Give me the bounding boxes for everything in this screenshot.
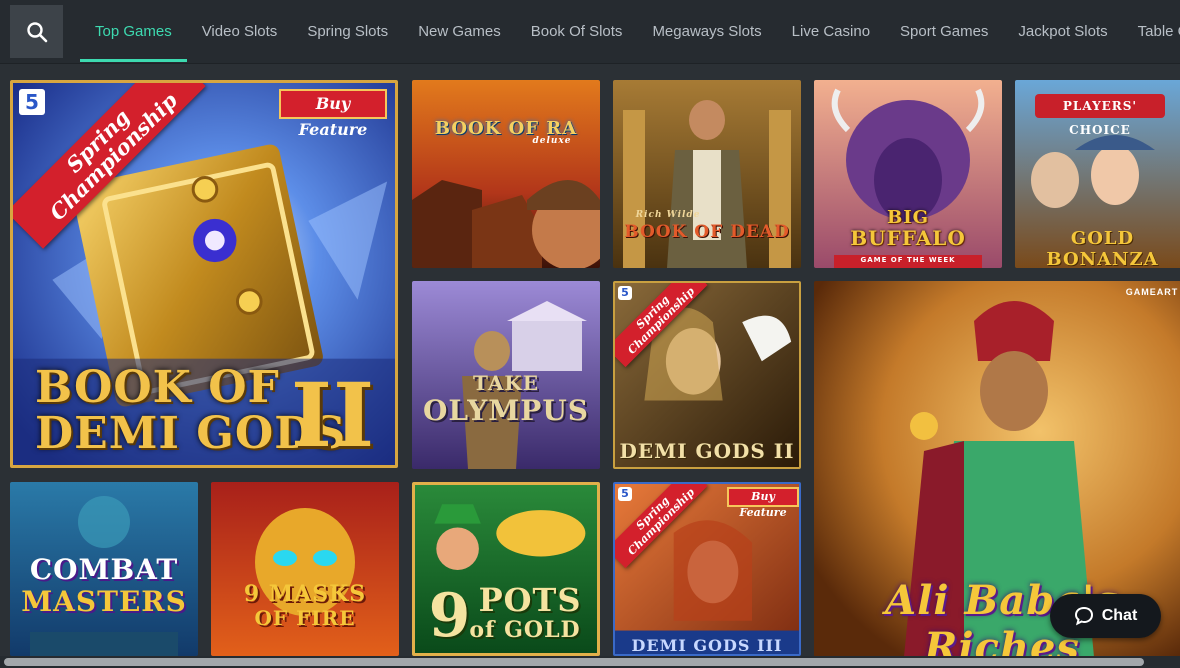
game-title-line1: TAKE xyxy=(473,371,539,395)
game-subtitle: GAME OF THE WEEK xyxy=(860,256,956,264)
game-title: COMBAT MASTERS xyxy=(10,554,198,618)
tab-live-casino[interactable]: Live Casino xyxy=(777,0,885,62)
game-subtitle: Rich Wilde xyxy=(635,210,701,220)
tab-jackpot-slots[interactable]: Jackpot Slots xyxy=(1003,0,1122,62)
game-title: GOLD BONANZA xyxy=(1046,228,1159,268)
game-tile-book-of-dead[interactable]: Rich Wilde BOOK OF DEAD xyxy=(613,80,801,268)
game-title: DEMI GODS III xyxy=(631,636,783,655)
game-tile-gold-bonanza[interactable]: PLAYERS' CHOICE GOLD BONANZA xyxy=(1015,80,1180,268)
game-title-line1: 9 MASKS xyxy=(243,581,367,607)
buy-feature-badge: Buy Feature xyxy=(279,89,387,139)
game-title-line2: BUFFALO xyxy=(850,226,966,250)
search-icon xyxy=(26,21,47,42)
game-title-line1: BIG xyxy=(886,207,929,228)
game-tile-demi-gods-3[interactable]: 5 Spring Championship Buy Feature DEMI G… xyxy=(613,482,801,656)
category-tabs: Top Games Video Slots Spring Slots New G… xyxy=(80,0,1180,62)
games-grid: 5 Spring Championship Buy Feature BOOK O… xyxy=(0,64,1180,668)
game-tile-combat-masters[interactable]: COMBAT MASTERS xyxy=(10,482,198,656)
tab-new-games[interactable]: New Games xyxy=(403,0,516,62)
chat-bubble-icon xyxy=(1074,606,1093,626)
buy-feature-badge: Buy Feature xyxy=(727,487,799,519)
tab-table-games[interactable]: Table Game xyxy=(1123,0,1180,62)
chat-label: Chat xyxy=(1101,607,1138,624)
game-tile-9-pots-of-gold[interactable]: 9 POTS of GOLD xyxy=(412,482,600,656)
game-tile-book-of-ra[interactable]: BOOK OF RA deluxe xyxy=(412,80,600,268)
top-navigation: Top Games Video Slots Spring Slots New G… xyxy=(0,0,1180,64)
game-tile-book-of-demi-gods-2[interactable]: 5 Spring Championship Buy Feature BOOK O… xyxy=(10,80,398,468)
game-title-line2: POTS xyxy=(478,581,582,619)
game-title-line2: MASTERS xyxy=(21,585,187,618)
provider-badge: 5 xyxy=(19,89,45,115)
tab-megaways-slots[interactable]: Megaways Slots xyxy=(637,0,776,62)
game-tile-big-buffalo[interactable]: BIG BUFFALO GAME OF THE WEEK xyxy=(814,80,1002,268)
game-title-line1: COMBAT xyxy=(29,553,179,586)
game-title-line3: of GOLD xyxy=(469,617,581,643)
game-title-numeral: II xyxy=(290,363,376,467)
game-title-line2: OF FIRE xyxy=(254,606,356,630)
game-subtitle: deluxe xyxy=(532,136,572,146)
tab-spring-slots[interactable]: Spring Slots xyxy=(292,0,403,62)
provider-label: GAMEART xyxy=(1125,287,1179,297)
game-tile-9-masks-of-fire[interactable]: 9 MASKS OF FIRE xyxy=(211,482,399,656)
game-title: 9 MASKS OF FIRE xyxy=(211,582,399,630)
scrollbar-thumb[interactable] xyxy=(4,658,1144,666)
game-title: TAKE OLYMPUS xyxy=(412,369,600,425)
chat-button[interactable]: Chat xyxy=(1050,594,1161,638)
game-tile-take-olympus[interactable]: TAKE OLYMPUS xyxy=(412,281,600,469)
game-artwork xyxy=(412,80,600,268)
tab-book-of-slots[interactable]: Book Of Slots xyxy=(516,0,638,62)
tab-sport-games[interactable]: Sport Games xyxy=(885,0,1003,62)
game-title: DEMI GODS II xyxy=(619,439,795,463)
game-tile-demi-gods-2[interactable]: 5 Spring Championship DEMI GODS II xyxy=(613,281,801,469)
game-title: BOOK OF DEAD xyxy=(624,222,790,242)
provider-badge: 5 xyxy=(618,286,632,300)
game-title: BIG BUFFALO xyxy=(814,207,1002,250)
search-button[interactable] xyxy=(10,5,63,58)
game-badge-players-choice: PLAYERS' CHOICE xyxy=(1062,99,1138,137)
tab-video-slots[interactable]: Video Slots xyxy=(187,0,293,62)
provider-badge: 5 xyxy=(618,487,632,501)
horizontal-scrollbar[interactable] xyxy=(0,656,1180,668)
tab-top-games[interactable]: Top Games xyxy=(80,0,187,62)
game-title-line2: OLYMPUS xyxy=(423,394,589,427)
